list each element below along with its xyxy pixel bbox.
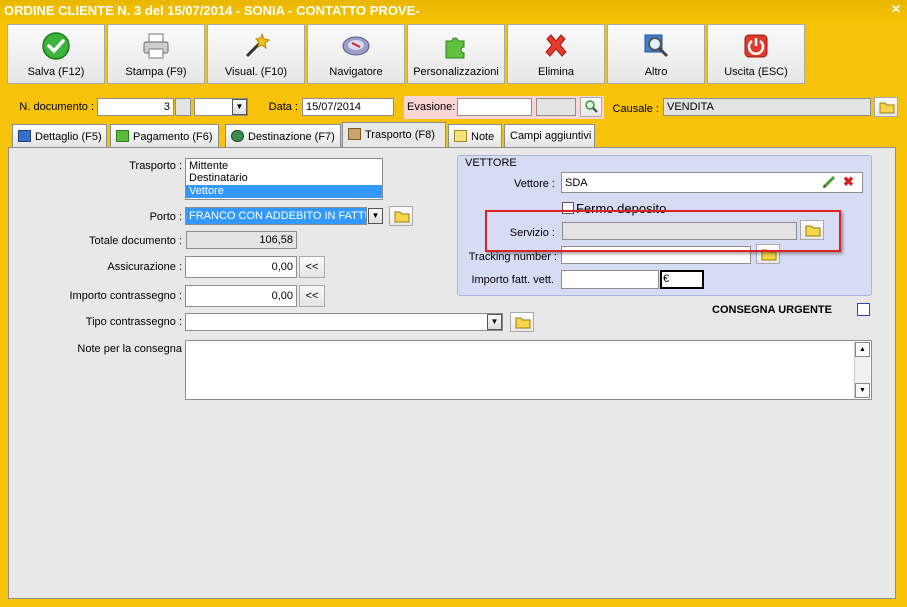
delete-x-icon	[545, 34, 567, 57]
save-button-label: Salva (F12)	[27, 66, 85, 78]
printer-icon	[143, 33, 169, 59]
window-title: ORDINE CLIENTE N. 3 del 15/07/2014 - SON…	[0, 0, 907, 21]
tipo-contrassegno-dropdown-arrow[interactable]: ▼	[487, 314, 502, 330]
truck-icon	[348, 128, 361, 140]
data-field[interactable]: 15/07/2014	[302, 98, 394, 116]
more-button[interactable]: Altro	[607, 24, 705, 84]
tipo-contrassegno-label: Tipo contrassegno :	[85, 316, 182, 328]
importo-contrassegno-field[interactable]: 0,00	[185, 285, 297, 307]
scroll-down-icon[interactable]: ▼	[855, 383, 870, 398]
totale-documento-field: 106,58	[186, 231, 297, 249]
print-button[interactable]: Stampa (F9)	[107, 24, 205, 84]
zoom-icon	[585, 100, 598, 113]
vettore-field[interactable]: SDA	[561, 172, 863, 193]
delete-button-label: Elimina	[537, 66, 575, 78]
note-icon	[454, 130, 467, 142]
assicurazione-label: Assicurazione :	[107, 261, 182, 273]
importo-contrassegno-back-button[interactable]: <<	[299, 285, 325, 307]
money-icon	[116, 130, 129, 142]
highlight-box	[485, 210, 841, 252]
tab-campi-aggiuntivi-label: Campi aggiuntivi	[510, 130, 592, 142]
evasione-zoom-button[interactable]	[580, 97, 602, 117]
customize-button-label: Personalizzazioni	[413, 66, 499, 78]
causale-field[interactable]: VENDITA	[663, 98, 871, 116]
consegna-urgente-checkbox[interactable]	[857, 303, 870, 316]
customize-button[interactable]: Personalizzazioni	[407, 24, 505, 84]
n-documento-label: N. documento :	[19, 101, 94, 113]
assicurazione-field[interactable]: 0,00	[185, 256, 297, 278]
list-item[interactable]: Destinatario	[186, 172, 382, 185]
evasione-field[interactable]	[457, 98, 532, 116]
data-label: Data :	[268, 101, 298, 113]
detail-icon	[18, 130, 31, 142]
exit-button-label: Uscita (ESC)	[724, 66, 788, 78]
importo-contrassegno-label: Importo contrassegno :	[69, 290, 182, 302]
importo-fatt-vett-label: Importo fatt. vett.	[471, 274, 554, 286]
note-consegna-textarea[interactable]: ▲ ▼	[185, 340, 872, 400]
tab-pagamento-label: Pagamento (F6)	[133, 131, 213, 143]
scroll-up-icon[interactable]: ▲	[855, 342, 870, 357]
tab-destinazione-label: Destinazione (F7)	[248, 131, 335, 143]
power-icon	[744, 34, 768, 58]
tab-destinazione[interactable]: Destinazione (F7)	[225, 124, 341, 147]
importo-fatt-vett-field[interactable]	[561, 270, 659, 289]
tab-pagamento[interactable]: Pagamento (F6)	[110, 124, 219, 147]
tab-trasporto[interactable]: Trasporto (F8)	[342, 122, 446, 148]
vettore-group-title: VETTORE	[465, 157, 517, 169]
n-documento-field[interactable]: 3	[97, 98, 174, 116]
causale-folder-button[interactable]	[874, 97, 898, 117]
totale-documento-label: Totale documento :	[89, 235, 182, 247]
edit-pencil-icon[interactable]	[822, 175, 836, 189]
trasporto-label: Trasporto :	[129, 160, 182, 172]
porto-folder-button[interactable]	[389, 206, 413, 226]
delete-button[interactable]: Elimina	[507, 24, 605, 84]
visual-button[interactable]: Visual. (F10)	[207, 24, 305, 84]
print-button-label: Stampa (F9)	[125, 66, 187, 78]
evasione-extra-field	[536, 98, 576, 116]
folder-icon	[879, 102, 895, 114]
tracking-number-label: Tracking number :	[468, 251, 557, 263]
tab-note[interactable]: Note	[448, 124, 502, 147]
evasione-label: Evasione:	[407, 101, 456, 113]
porto-select[interactable]: FRANCO CON ADDEBITO IN FATTURA	[185, 207, 367, 225]
visual-button-label: Visual. (F10)	[224, 66, 288, 78]
porto-dropdown-arrow[interactable]: ▼	[368, 208, 383, 224]
trasporto-listbox[interactable]: Mittente Destinatario Vettore	[185, 158, 383, 200]
puzzle-icon	[445, 37, 465, 59]
close-icon[interactable]: ✕	[889, 2, 903, 18]
compass-icon	[342, 36, 370, 56]
tab-trasporto-label: Trasporto (F8)	[365, 129, 435, 141]
check-icon	[42, 32, 70, 60]
note-scrollbar[interactable]: ▲ ▼	[854, 342, 870, 398]
exit-button[interactable]: Uscita (ESC)	[707, 24, 805, 84]
globe-icon	[231, 130, 244, 142]
assicurazione-back-button[interactable]: <<	[299, 256, 325, 278]
currency-field[interactable]: €	[660, 270, 704, 289]
tipo-contrassegno-select[interactable]	[185, 313, 503, 331]
navigator-button[interactable]: Navigatore	[307, 24, 405, 84]
tab-note-label: Note	[471, 131, 495, 143]
magnifier-icon	[644, 34, 669, 58]
causale-label: Causale :	[612, 103, 659, 115]
list-item-selected[interactable]: Vettore	[186, 185, 382, 198]
series-dropdown-arrow[interactable]: ▼	[232, 99, 247, 115]
consegna-urgente-label: CONSEGNA URGENTE	[712, 304, 832, 316]
note-consegna-label: Note per la consegna	[77, 343, 182, 355]
n-documento-spin[interactable]	[175, 98, 191, 116]
folder-icon	[515, 317, 531, 329]
tab-dettaglio-label: Dettaglio (F5)	[35, 131, 102, 143]
save-button[interactable]: Salva (F12)	[7, 24, 105, 84]
vettore-label: Vettore :	[514, 178, 555, 190]
tipo-contrassegno-folder-button[interactable]	[510, 312, 534, 332]
more-button-label: Altro	[644, 66, 668, 78]
tab-campi-aggiuntivi[interactable]: Campi aggiuntivi	[504, 124, 595, 147]
clear-vettore-icon[interactable]: ✖	[843, 174, 857, 189]
porto-label: Porto :	[149, 211, 182, 223]
tab-dettaglio[interactable]: Dettaglio (F5)	[12, 124, 107, 147]
list-item[interactable]: Mittente	[186, 159, 382, 172]
magic-wand-icon	[245, 32, 271, 58]
navigator-button-label: Navigatore	[329, 66, 383, 78]
folder-icon	[394, 211, 410, 223]
